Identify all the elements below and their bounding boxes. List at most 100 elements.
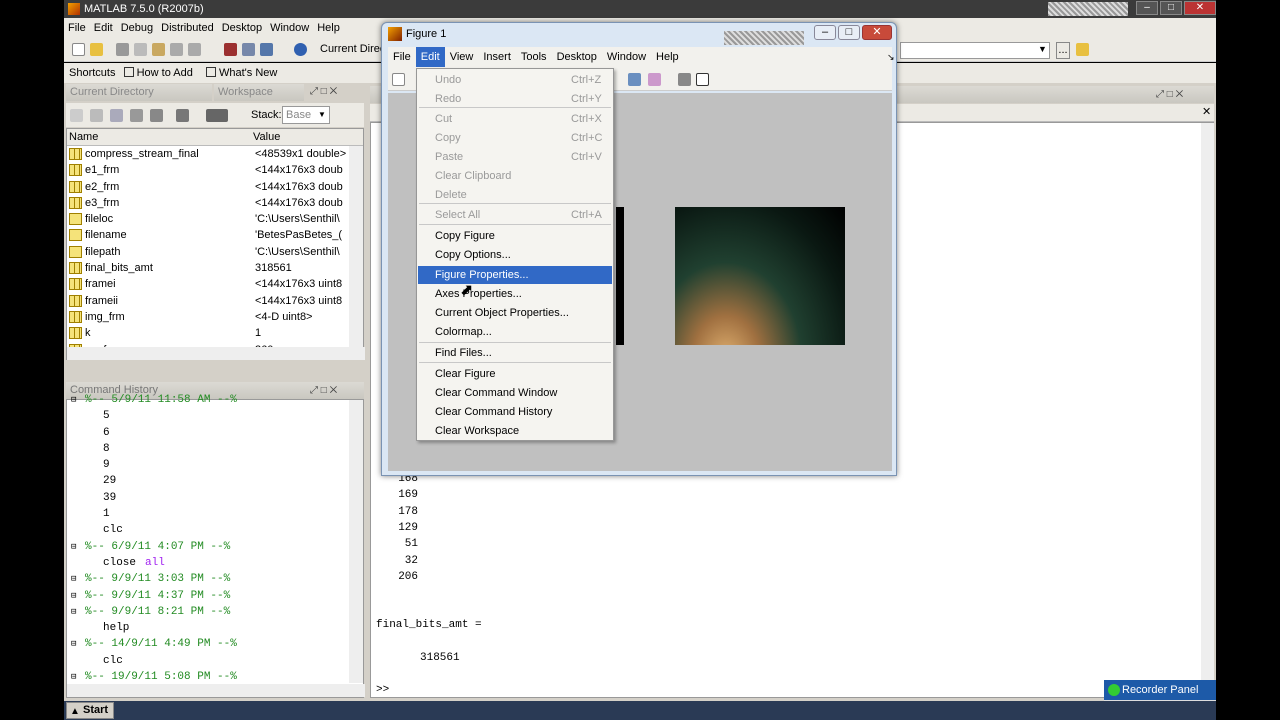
dock-buttons[interactable]: ⤢ □ ✕: [310, 86, 337, 97]
legend-icon[interactable]: [648, 73, 661, 86]
edit-menu-item-clear-command-history[interactable]: Clear Command History: [418, 403, 612, 421]
profiler-icon[interactable]: [260, 43, 273, 56]
figure-maximize-button[interactable]: □: [838, 25, 860, 40]
history-entry[interactable]: 6: [67, 425, 347, 441]
figure-menu-tools[interactable]: Tools: [516, 47, 552, 67]
workspace-row[interactable]: img_frm <4-D uint8>: [67, 309, 363, 325]
figure-menu-edit[interactable]: Edit: [415, 47, 445, 67]
edit-menu-item-colormap[interactable]: Colormap...: [418, 323, 612, 341]
maximize-button[interactable]: □: [1160, 1, 1182, 15]
chevron-down-icon[interactable]: ▼: [1038, 44, 1047, 54]
whats-new-link[interactable]: What's New: [219, 67, 277, 79]
paste-icon[interactable]: [152, 43, 165, 56]
edit-menu-item-undo[interactable]: Undo Ctrl+Z: [418, 71, 612, 89]
start-button[interactable]: ▲ Start: [66, 702, 114, 719]
figure-menu-file[interactable]: File: [388, 47, 416, 67]
history-entry[interactable]: ⊟ %-- 19/9/11 5:08 PM --%: [67, 669, 347, 685]
close-icon[interactable]: ✕: [1202, 105, 1211, 118]
workspace-row[interactable]: filepath 'C:\Users\Senthil\: [67, 244, 363, 260]
workspace-row[interactable]: final_bits_amt 318561: [67, 260, 363, 276]
history-hscrollbar[interactable]: [67, 684, 365, 697]
history-entry[interactable]: 5: [67, 408, 347, 424]
minimize-button[interactable]: –: [1136, 1, 1158, 15]
edit-menu-item-delete[interactable]: Delete: [418, 186, 612, 204]
edit-menu-item-clear-figure[interactable]: Clear Figure: [418, 365, 612, 383]
new-figure-icon[interactable]: [392, 73, 405, 86]
history-entry[interactable]: clc: [67, 522, 347, 538]
workspace-row[interactable]: e3_frm <144x176x3 doub: [67, 195, 363, 211]
close-button[interactable]: ✕: [1184, 1, 1216, 15]
simulink-icon[interactable]: [224, 43, 237, 56]
collapse-icon[interactable]: ⊟: [71, 604, 76, 620]
history-scrollbar[interactable]: [349, 400, 363, 683]
workspace-row[interactable]: e1_frm <144x176x3 doub: [67, 162, 363, 178]
tab-current-directory[interactable]: Current Directory: [66, 84, 212, 101]
menu-desktop[interactable]: Desktop: [222, 18, 262, 38]
import-data-icon[interactable]: [110, 109, 123, 122]
edit-menu-item-copy[interactable]: Copy Ctrl+C: [418, 129, 612, 147]
collapse-icon[interactable]: ⊟: [71, 392, 76, 408]
browse-button[interactable]: ...: [1056, 42, 1070, 59]
undo-icon[interactable]: [170, 43, 183, 56]
open-variable-icon[interactable]: [90, 109, 103, 122]
print-icon[interactable]: [150, 109, 163, 122]
menu-edit[interactable]: Edit: [94, 18, 113, 38]
column-name-header[interactable]: Name: [69, 131, 98, 143]
how-to-add-link[interactable]: How to Add: [137, 67, 193, 79]
command-window-scrollbar[interactable]: [1201, 123, 1214, 683]
figure-menu-view[interactable]: View: [445, 47, 479, 67]
colorbar-icon[interactable]: [628, 73, 641, 86]
show-plot-tools-icon[interactable]: [696, 73, 709, 86]
new-variable-icon[interactable]: [70, 109, 83, 122]
hide-plot-tools-icon[interactable]: [678, 73, 691, 86]
edit-menu-item-cut[interactable]: Cut Ctrl+X: [418, 110, 612, 128]
chevron-down-icon[interactable]: ▼: [318, 110, 326, 119]
history-entry[interactable]: 39: [67, 490, 347, 506]
cut-icon[interactable]: [116, 43, 129, 56]
figure-menu-help[interactable]: Help: [651, 47, 684, 67]
workspace-row[interactable]: k1: [67, 325, 363, 341]
column-value-header[interactable]: Value: [253, 131, 280, 143]
figure-close-button[interactable]: ✕: [862, 25, 892, 40]
new-file-icon[interactable]: [72, 43, 85, 56]
edit-menu-item-copy-figure[interactable]: Copy Figure: [418, 227, 612, 245]
history-entry[interactable]: ⊟ %-- 5/9/11 11:58 AM --%: [67, 392, 347, 408]
workspace-row[interactable]: filename 'BetesPasBetes_(: [67, 227, 363, 243]
history-entry[interactable]: clc: [67, 653, 347, 669]
open-folder-icon[interactable]: [90, 43, 103, 56]
edit-menu-item-select-all[interactable]: Select All Ctrl+A: [418, 206, 612, 224]
edit-menu-item-paste[interactable]: Paste Ctrl+V: [418, 148, 612, 166]
command-prompt[interactable]: >>: [376, 684, 389, 696]
workspace-row[interactable]: e2_frm <144x176x3 doub: [67, 179, 363, 195]
menu-debug[interactable]: Debug: [121, 18, 153, 38]
history-entry[interactable]: ⊟ %-- 9/9/11 3:03 PM --%: [67, 571, 347, 587]
figure-menu-window[interactable]: Window: [602, 47, 651, 67]
dock-arrow-icon[interactable]: ↘: [882, 47, 900, 67]
copy-icon[interactable]: [134, 43, 147, 56]
history-entry[interactable]: close all: [67, 555, 347, 571]
menu-window[interactable]: Window: [270, 18, 309, 38]
workspace-row[interactable]: compress_stream_final <48539x1 double>: [67, 146, 363, 162]
workspace-scrollbar[interactable]: [349, 146, 363, 348]
redo-icon[interactable]: [188, 43, 201, 56]
save-icon[interactable]: [130, 109, 143, 122]
collapse-icon[interactable]: ⊟: [71, 539, 76, 555]
figure-menu-insert[interactable]: Insert: [478, 47, 516, 67]
menu-distributed[interactable]: Distributed: [161, 18, 214, 38]
current-directory-combo[interactable]: [900, 42, 1050, 59]
workspace-row[interactable]: framei <144x176x3 uint8: [67, 276, 363, 292]
edit-menu-item-axes-properties[interactable]: Axes Properties...: [418, 285, 612, 303]
collapse-icon[interactable]: ⊟: [71, 636, 76, 652]
edit-menu-item-clear-command-window[interactable]: Clear Command Window: [418, 384, 612, 402]
workspace-hscrollbar[interactable]: [67, 347, 365, 360]
edit-menu-item-find-files[interactable]: Find Files...: [418, 344, 612, 362]
collapse-icon[interactable]: ⊟: [71, 669, 76, 685]
recorder-panel[interactable]: Recorder Panel: [1104, 680, 1216, 700]
delete-icon[interactable]: [176, 109, 189, 122]
figure-menu-desktop[interactable]: Desktop: [552, 47, 602, 67]
edit-menu-item-figure-properties[interactable]: Figure Properties...: [418, 266, 612, 284]
history-entry[interactable]: help: [67, 620, 347, 636]
edit-menu-item-copy-options[interactable]: Copy Options...: [418, 246, 612, 264]
folder-up-icon[interactable]: [1076, 43, 1089, 56]
edit-menu-item-clear-workspace[interactable]: Clear Workspace: [418, 422, 612, 440]
